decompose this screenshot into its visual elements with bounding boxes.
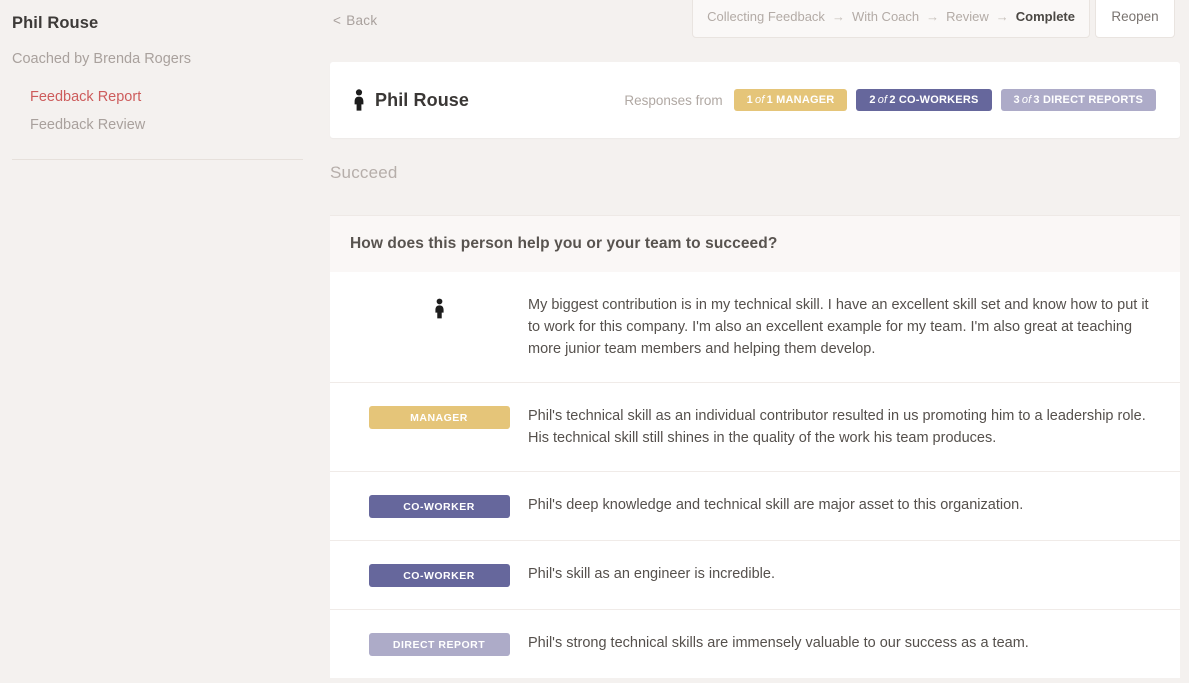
question-text: How does this person help you or your te… — [350, 235, 778, 252]
responses-summary: Responses from 1 of 1 MANAGER 2 of 2 CO-WORK… — [624, 89, 1156, 111]
response-badge-total: 1 — [766, 94, 773, 106]
sidebar-nav: Feedback Report Feedback Review — [12, 83, 303, 139]
role-badge-coworker[interactable]: CO-WORKER — [368, 564, 510, 587]
answer-role-column — [350, 294, 528, 319]
response-badge-total: 2 — [889, 94, 896, 106]
answer-text: Phil's technical skill as an individual … — [528, 408, 1146, 446]
response-badge-manager[interactable]: 1 of 1 MANAGER — [733, 89, 848, 111]
role-badge-manager[interactable]: MANAGER — [368, 406, 510, 429]
page-title: Phil Rouse — [375, 89, 470, 110]
answer-role-column: DIRECT REPORT — [350, 632, 528, 656]
response-badge-coworkers[interactable]: 2 of 2 CO-WORKERS — [856, 89, 992, 111]
answer-role-column: MANAGER — [350, 405, 528, 429]
answer-role-column: CO-WORKER — [350, 563, 528, 587]
response-badge-label: MANAGER — [776, 94, 835, 106]
person-identity: Phil Rouse — [352, 89, 469, 111]
app-root: Phil Rouse Coached by Brenda Rogers Feed… — [0, 0, 1189, 683]
response-badge-total: 3 — [1033, 94, 1040, 106]
answer-text: Phil's strong technical skills are immen… — [528, 635, 1029, 651]
person-icon — [352, 89, 366, 111]
role-badge-coworker[interactable]: CO-WORKER — [368, 495, 510, 518]
answer-row: CO-WORKER Phil's skill as an engineer is… — [330, 540, 1180, 609]
sidebar-divider — [12, 159, 303, 160]
answer-row: MANAGER Phil's technical skill as an ind… — [330, 382, 1180, 471]
response-badge-of: of — [877, 94, 888, 106]
sidebar-coach-line: Coached by Brenda Rogers — [12, 51, 191, 67]
person-header-card: Phil Rouse Responses from 1 of 1 MANAGER 2… — [330, 62, 1180, 138]
answer-row: CO-WORKER Phil's deep knowledge and tech… — [330, 471, 1180, 540]
answer-text: Phil's deep knowledge and technical skil… — [528, 497, 1024, 513]
response-badge-count: 3 — [1013, 94, 1020, 106]
main-content: Phil Rouse Responses from 1 of 1 MANAGER 2… — [330, 0, 1180, 683]
response-badge-label: DIRECT REPORTS — [1043, 94, 1143, 106]
response-badge-count: 1 — [746, 94, 753, 106]
question-header: How does this person help you or your te… — [330, 215, 1180, 272]
section-title: Succeed — [330, 163, 398, 182]
sidebar-item-feedback-report[interactable]: Feedback Report — [30, 83, 303, 111]
response-badge-of: of — [755, 94, 765, 106]
response-badge-label: CO-WORKERS — [898, 94, 979, 106]
role-badge-direct-report[interactable]: DIRECT REPORT — [368, 633, 510, 656]
person-icon — [369, 295, 510, 319]
responses-from-label: Responses from — [624, 92, 723, 108]
answer-text: My biggest contribution is in my technic… — [528, 297, 1149, 357]
sidebar-item-feedback-review[interactable]: Feedback Review — [30, 111, 303, 139]
answers-list: My biggest contribution is in my technic… — [330, 272, 1180, 678]
response-badge-count: 2 — [869, 94, 876, 106]
response-badge-of: of — [1021, 94, 1032, 106]
sidebar-person-name: Phil Rouse — [12, 14, 99, 32]
answer-row: My biggest contribution is in my technic… — [330, 272, 1180, 382]
response-badge-direct-reports[interactable]: 3 of 3 DIRECT REPORTS — [1000, 89, 1156, 111]
sidebar: Phil Rouse Coached by Brenda Rogers Feed… — [0, 0, 315, 683]
answer-role-column: CO-WORKER — [350, 494, 528, 518]
answer-text: Phil's skill as an engineer is incredibl… — [528, 566, 775, 582]
answer-row: DIRECT REPORT Phil's strong technical sk… — [330, 609, 1180, 678]
question-block: How does this person help you or your te… — [330, 215, 1180, 678]
